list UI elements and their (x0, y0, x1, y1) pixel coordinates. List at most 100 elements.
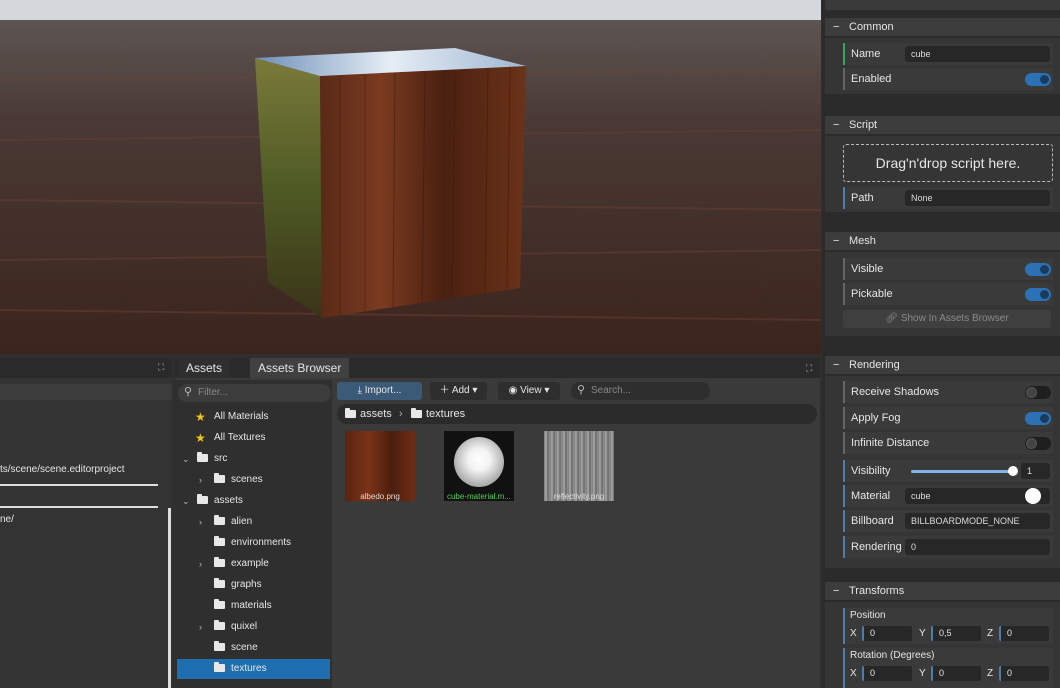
tree-item-environments[interactable]: environments (177, 533, 330, 553)
divider (0, 506, 158, 508)
section-common: Name cube Enabled (825, 38, 1060, 94)
show-in-assets-button[interactable]: 🔗︎ Show In Assets Browser (843, 310, 1051, 328)
name-row: Name cube (843, 43, 1053, 65)
panel-header (0, 358, 172, 378)
section-rendering-header[interactable]: − Rendering (825, 356, 1060, 374)
apply-fog-toggle[interactable] (1025, 412, 1051, 425)
project-path: ts/scene/scene.editorproject (0, 464, 125, 475)
view-button[interactable]: ◉ View ▾ (498, 382, 560, 400)
pickable-row: Pickable (843, 283, 1053, 305)
chevron-right-icon: › (399, 408, 403, 420)
tree-item-materials[interactable]: materials (177, 596, 330, 616)
filter-input[interactable]: ⚲ Filter... (178, 384, 331, 402)
rotation-z-field[interactable]: 0 (999, 666, 1049, 681)
billboard-select[interactable]: BILLBOARDMODE_NONE (905, 513, 1050, 529)
folder-icon (214, 662, 225, 673)
import-button[interactable]: ⤓ Import... (337, 382, 422, 400)
caret-down-icon: ▾ (472, 385, 478, 396)
collapse-icon: − (833, 585, 840, 597)
receive-shadows-toggle[interactable] (1025, 386, 1051, 399)
material-sphere (454, 437, 504, 487)
script-path-field[interactable]: None (905, 190, 1050, 206)
caret-down-icon: ▾ (544, 385, 550, 396)
tab-assets-browser[interactable]: Assets Browser (250, 358, 350, 378)
chevron-right-icon[interactable]: › (199, 617, 202, 637)
visibility-slider[interactable] (911, 470, 1013, 473)
file-name: cube-material.m... (446, 492, 512, 501)
visibility-row: Visibility 1 (843, 460, 1053, 482)
file-thumbnail-reflectivity[interactable] (544, 431, 614, 501)
tab-assets[interactable]: Assets (178, 358, 231, 378)
script-drop-zone[interactable]: Drag'n'drop script here. (843, 144, 1053, 182)
link-icon: 🔗︎ (885, 313, 901, 324)
breadcrumb: assets › textures (337, 404, 817, 424)
file-thumbnail-albedo[interactable] (345, 431, 415, 501)
material-row: Material cube (843, 485, 1053, 507)
collapse-icon: − (833, 21, 840, 33)
tree-item-example[interactable]: › example (177, 554, 330, 574)
pickable-toggle[interactable] (1025, 288, 1051, 301)
chevron-down-icon[interactable]: ⌄ (182, 449, 190, 469)
collapse-icon: − (833, 359, 840, 371)
section-mesh-header[interactable]: − Mesh (825, 232, 1060, 250)
folder-icon (214, 515, 225, 526)
tree-item-quixel[interactable]: › quixel (177, 617, 330, 637)
tree-item-src[interactable]: ⌄ src (177, 449, 330, 469)
rotation-x-field[interactable]: 0 (862, 666, 912, 681)
folder-open-icon (197, 494, 208, 505)
folder-icon (214, 641, 225, 652)
tree-item-all-materials[interactable]: ★ All Materials (177, 407, 330, 427)
position-x-field[interactable]: 0 (862, 626, 912, 641)
breadcrumb-textures[interactable]: textures (426, 404, 465, 424)
rendering-group-field[interactable]: 0 (905, 539, 1050, 555)
name-field[interactable]: cube (905, 46, 1050, 62)
folder-icon (214, 473, 225, 484)
maximize-icon[interactable]: ⛶ (158, 362, 164, 373)
folder-tree: ⚲ Filter... ★ All Materials ★ All Textur… (175, 380, 332, 688)
scene-viewport[interactable] (0, 0, 821, 354)
tree-item-scene[interactable]: scene (177, 638, 330, 658)
tree-item-graphs[interactable]: graphs (177, 575, 330, 595)
position-z-field[interactable]: 0 (999, 626, 1049, 641)
material-preview-swatch[interactable] (1025, 488, 1041, 504)
enabled-toggle[interactable] (1025, 73, 1051, 86)
tree-item-alien[interactable]: › alien (177, 512, 330, 532)
rotation-group: Rotation (Degrees) X 0 Y 0 Z 0 (843, 648, 1053, 688)
rendering-group-row: Rendering Gr 0 (843, 536, 1053, 558)
collapse-icon: − (833, 235, 840, 247)
breadcrumb-assets[interactable]: assets (360, 404, 392, 424)
tree-item-scenes[interactable]: › scenes (177, 470, 330, 490)
position-group: Position X 0 Y 0,5 Z 0 (843, 608, 1053, 644)
tree-item-textures[interactable]: textures (177, 659, 330, 679)
section-common-header[interactable]: − Common (825, 18, 1060, 36)
chevron-right-icon[interactable]: › (199, 512, 202, 532)
search-input[interactable]: ⚲ Search... (571, 382, 710, 400)
download-icon: ⤓ (357, 385, 365, 396)
tree-item-assets[interactable]: ⌄ assets (177, 491, 330, 511)
tree-item-all-textures[interactable]: ★ All Textures (177, 428, 330, 448)
enabled-row: Enabled (843, 68, 1053, 90)
section-transforms-header[interactable]: − Transforms (825, 582, 1060, 600)
filter-placeholder: Filter... (198, 387, 229, 398)
rotation-y-field[interactable]: 0 (931, 666, 981, 681)
add-button[interactable]: ＋ Add ▾ (430, 382, 487, 400)
file-name: albedo.png (360, 492, 400, 501)
collapse-icon: − (833, 119, 840, 131)
chevron-right-icon[interactable]: › (199, 470, 202, 490)
infinite-distance-toggle[interactable] (1025, 437, 1051, 450)
slider-handle[interactable] (1008, 466, 1018, 476)
chevron-right-icon[interactable]: › (199, 554, 202, 574)
position-y-field[interactable]: 0,5 (931, 626, 981, 641)
folder-icon (214, 536, 225, 547)
chevron-down-icon[interactable]: ⌄ (182, 491, 190, 511)
plus-icon: ＋ (439, 385, 452, 396)
file-thumbnail-cube-material[interactable] (444, 431, 514, 501)
section-rendering: Receive Shadows Apply Fog Infinite Dista… (825, 376, 1060, 568)
maximize-icon[interactable]: ⛶ (806, 363, 812, 374)
scrollbar[interactable] (168, 508, 171, 688)
section-transforms: Position X 0 Y 0,5 Z 0 Rotation (Degrees… (825, 602, 1060, 688)
visibility-field[interactable]: 1 (1021, 463, 1050, 479)
visible-toggle[interactable] (1025, 263, 1051, 276)
section-script-header[interactable]: − Script (825, 116, 1060, 134)
infinite-distance-row: Infinite Distance (843, 432, 1053, 454)
